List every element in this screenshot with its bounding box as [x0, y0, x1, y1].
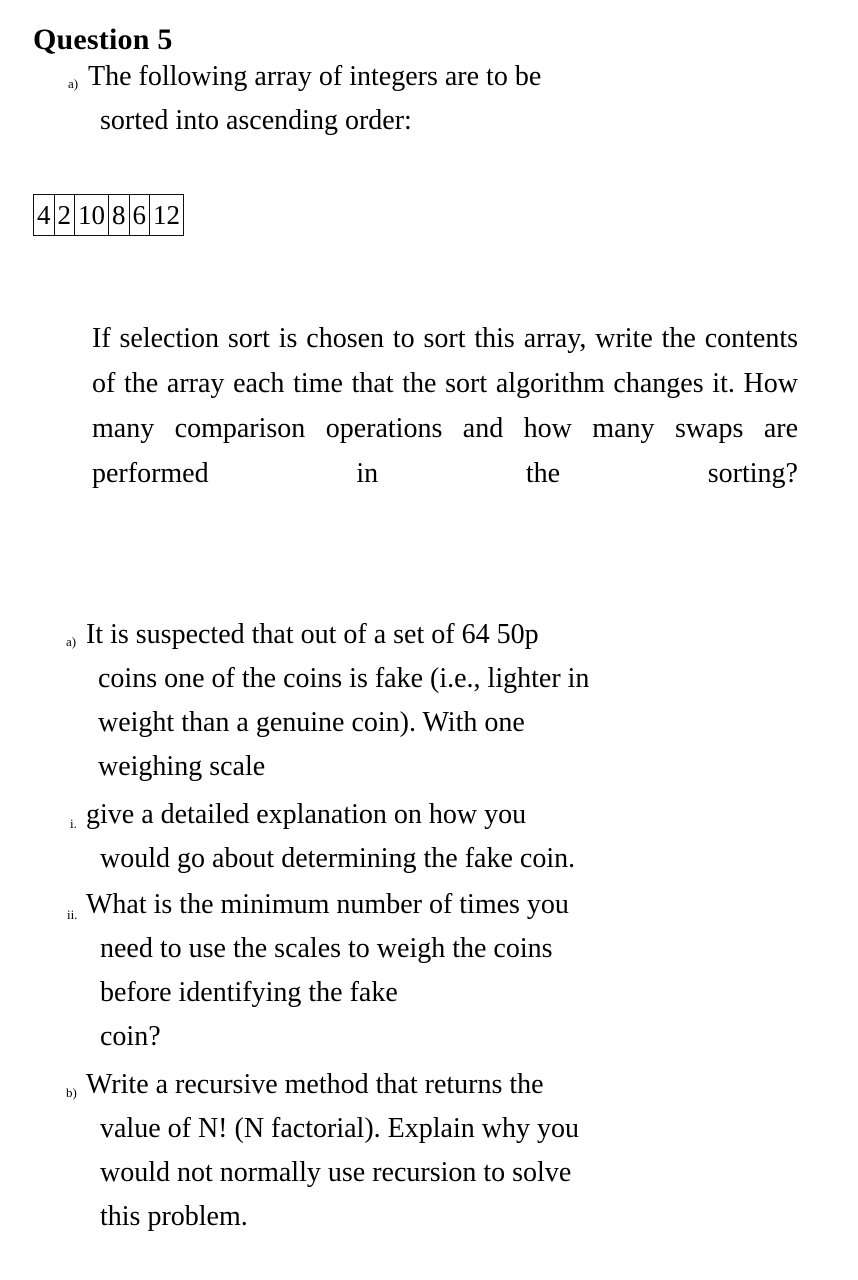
question6-part-b-line3: would not normally use recursion to solv…	[100, 1157, 572, 1188]
question6-sub-ii-line4: coin?	[100, 1021, 161, 1052]
list-marker-a: a)	[68, 76, 79, 91]
array-cell-3: 8	[108, 194, 130, 236]
array-cell-4: 6	[128, 194, 150, 236]
list-marker-b: b)	[66, 1085, 77, 1100]
question6-sub-ii-line3: before identifying the fake	[100, 977, 398, 1008]
question5-part-a: a) The following array of integers are t…	[38, 55, 738, 143]
question6-part-a-line1: It is suspected that out of a set of 64 …	[86, 619, 539, 650]
array-cell-5: 12	[149, 194, 184, 236]
question6-part-a-line2: coins one of the coins is fake (i.e., li…	[98, 663, 590, 694]
page-title: Question 5	[33, 23, 173, 57]
list-marker-roman-ii: ii.	[67, 907, 78, 922]
question6-part-a-text: It is suspected that out of a set of 64 …	[38, 613, 828, 789]
question6-sub-ii: ii. What is the minimum number of times …	[38, 883, 828, 1059]
question5-instruction-paragraph: If selection sort is chosen to sort this…	[92, 323, 798, 489]
question6-part-a-line4: weighing scale	[98, 751, 266, 782]
question6-sub-ii-line2: need to use the scales to weigh the coin…	[100, 933, 553, 964]
array-cell-2: 10	[74, 194, 109, 236]
question6-part-b-text: Write a recursive method that returns th…	[38, 1063, 828, 1239]
table-row: 4 2 10 8 6 12	[33, 194, 184, 236]
question6-part-a: a) It is suspected that out of a set of …	[38, 613, 828, 789]
question6-sub-ii-text: What is the minimum number of times you …	[38, 883, 828, 1059]
question5-part-a-text: The following array of integers are to b…	[38, 55, 738, 143]
array-cell-0: 4	[33, 194, 55, 236]
question6-part-a-line3: weight than a genuine coin). With one	[98, 707, 525, 738]
document-page: Question 5 a) The following array of int…	[0, 0, 858, 1280]
question6-part-b: b) Write a recursive method that returns…	[38, 1063, 828, 1239]
question6-sub-i-line1: give a detailed explanation on how you	[86, 799, 527, 830]
question6-sub-ii-line1: What is the minimum number of times you	[86, 889, 569, 920]
question5-part-a-line1: The following array of integers are to b…	[88, 61, 542, 92]
question5-part-a-line2: sorted into ascending order:	[100, 105, 412, 136]
list-marker-a-coins: a)	[66, 634, 77, 649]
question6-part-b-line4: this problem.	[100, 1201, 248, 1232]
question6-part-b-line2: value of N! (N factorial). Explain why y…	[100, 1113, 579, 1144]
question6-sub-i: i. give a detailed explanation on how yo…	[38, 793, 828, 881]
question6-sub-i-text: give a detailed explanation on how you w…	[38, 793, 828, 881]
list-marker-roman-i: i.	[70, 816, 77, 831]
array-table: 4 2 10 8 6 12	[33, 194, 184, 236]
question6-sub-i-line2: would go about determining the fake coin…	[100, 843, 576, 874]
question6-part-b-line1: Write a recursive method that returns th…	[86, 1069, 544, 1100]
array-cell-1: 2	[53, 194, 75, 236]
